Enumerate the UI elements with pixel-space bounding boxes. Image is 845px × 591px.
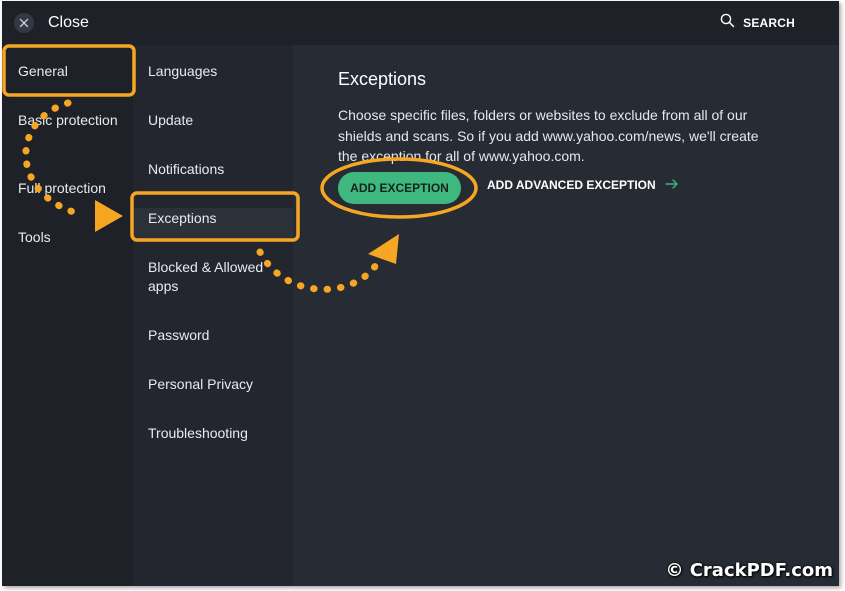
subnav-item-label: Blocked & Allowed apps	[148, 259, 264, 294]
subnav-item-label: Personal Privacy	[148, 376, 254, 392]
subnav-item-label: Notifications	[148, 161, 225, 177]
close-button[interactable]: Close	[14, 10, 89, 36]
search-icon	[720, 13, 735, 33]
subnav-item-languages[interactable]: Languages	[148, 62, 283, 81]
close-icon	[14, 13, 34, 33]
nav-item-label: General	[18, 63, 68, 79]
subnav-item-notifications[interactable]: Notifications	[148, 160, 283, 179]
subnav-item-troubleshooting[interactable]: Troubleshooting	[148, 424, 283, 443]
subnav-item-password[interactable]: Password	[148, 326, 283, 345]
nav-item-label: Basic protection	[18, 112, 118, 128]
subnav-item-personal-privacy[interactable]: Personal Privacy	[148, 375, 283, 394]
subnav-item-update[interactable]: Update	[148, 111, 283, 130]
exceptions-panel: Exceptions Choose specific files, folder…	[293, 45, 839, 586]
top-bar: Close SEARCH	[2, 1, 839, 45]
page-title: Exceptions	[338, 69, 427, 89]
search-label: SEARCH	[743, 16, 795, 30]
main-navigation: General Basic protection Full protection…	[2, 45, 133, 586]
subnav-item-label: Exceptions	[148, 210, 217, 226]
arrow-right-icon	[664, 178, 679, 192]
add-exception-button[interactable]: ADD EXCEPTION	[338, 172, 461, 204]
subnav-item-label: Update	[148, 112, 194, 128]
close-label: Close	[48, 14, 89, 31]
section-description: Choose specific files, folders or websit…	[338, 107, 759, 164]
nav-item-label: Tools	[18, 229, 51, 245]
add-advanced-exception-link[interactable]: ADD ADVANCED EXCEPTION	[487, 178, 679, 192]
add-advanced-label: ADD ADVANCED EXCEPTION	[487, 178, 656, 192]
subnav-item-label: Password	[148, 327, 210, 343]
settings-window: Close SEARCH General Basic protection Fu…	[2, 1, 839, 586]
nav-item-tools[interactable]: Tools	[18, 228, 51, 247]
nav-item-label: Full protection	[18, 180, 106, 196]
search-button[interactable]: SEARCH	[720, 13, 795, 33]
sub-navigation: Languages Update Notifications Exception…	[133, 45, 293, 586]
nav-item-full-protection[interactable]: Full protection	[18, 179, 106, 198]
subnav-item-blocked-allowed-apps[interactable]: Blocked & Allowed apps	[148, 258, 283, 296]
nav-item-general[interactable]: General	[18, 62, 68, 81]
subnav-item-exceptions[interactable]: Exceptions	[148, 209, 283, 228]
watermark: © CrackPDF.com	[665, 560, 833, 581]
subnav-item-label: Languages	[148, 63, 218, 79]
add-exception-label: ADD EXCEPTION	[350, 181, 449, 195]
nav-item-basic-protection[interactable]: Basic protection	[18, 111, 118, 130]
subnav-item-label: Troubleshooting	[148, 425, 248, 441]
